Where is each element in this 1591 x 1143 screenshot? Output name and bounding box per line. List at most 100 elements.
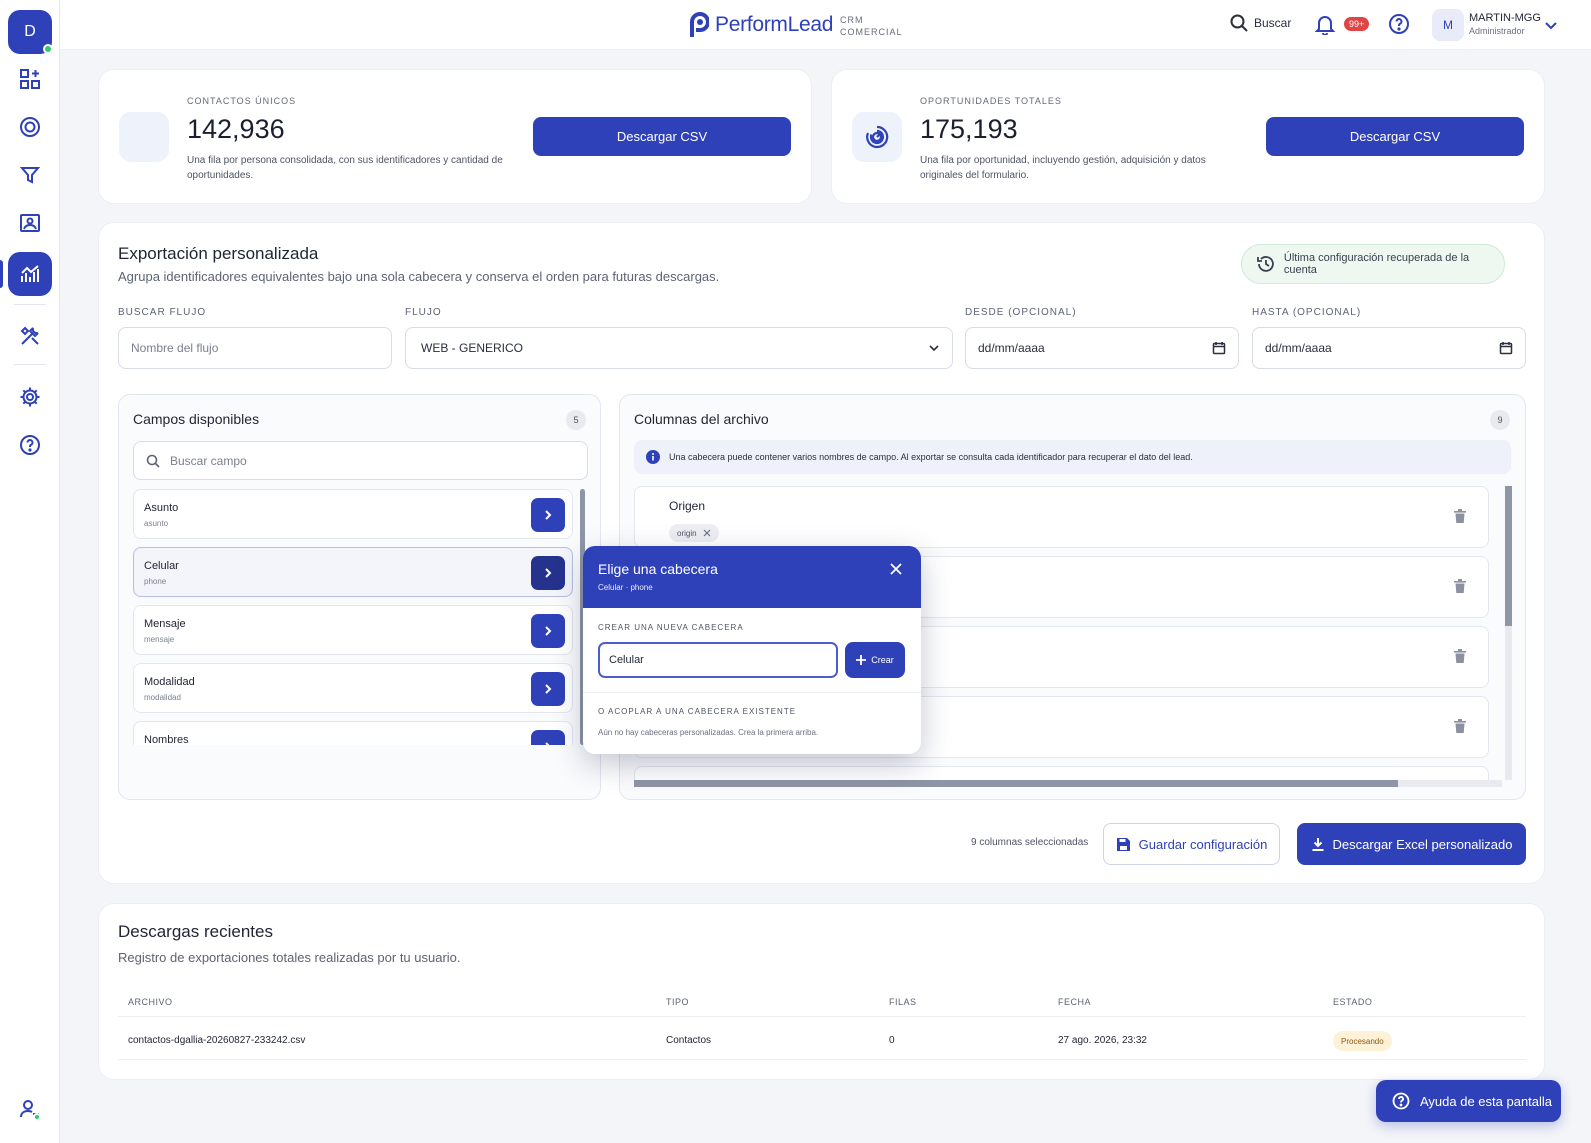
search-flow-label: BUSCAR FLUJO	[118, 307, 207, 318]
online-status-dot	[43, 44, 53, 54]
stat-label: OPORTUNIDADES TOTALES	[920, 96, 1062, 106]
analytics-chart-icon[interactable]	[8, 252, 52, 296]
column-header: ESTADO	[1333, 997, 1373, 1007]
tools-icon[interactable]	[14, 320, 46, 352]
user-name: MARTIN-MGG	[1469, 12, 1541, 24]
selected-columns-count: 9 columnas seleccionadas	[971, 837, 1089, 848]
add-field-button[interactable]	[531, 556, 565, 590]
add-field-button[interactable]	[531, 672, 565, 706]
active-indicator	[0, 260, 3, 288]
list-item[interactable]: Nombres	[133, 721, 573, 745]
help-circle-icon[interactable]	[14, 429, 46, 461]
filter-funnel-icon[interactable]	[14, 159, 46, 191]
calendar-icon	[1212, 342, 1226, 355]
table-divider	[118, 1059, 1526, 1060]
column-row[interactable]: Origen origin	[634, 486, 1489, 548]
table-divider	[118, 1016, 1526, 1017]
delete-column-trash-icon[interactable]	[1454, 719, 1466, 738]
history-icon	[1257, 256, 1274, 272]
sidebar-divider	[14, 304, 46, 305]
download-custom-excel-button[interactable]: Descargar Excel personalizado	[1297, 823, 1526, 865]
delete-column-trash-icon[interactable]	[1454, 509, 1466, 528]
list-item[interactable]: Asunto asunto	[133, 489, 573, 539]
available-fields-list: Asunto asunto Celular phone Mensaje mens…	[119, 489, 589, 745]
columns-count-badge: 9	[1490, 410, 1510, 430]
field-chip[interactable]: origin	[669, 524, 719, 542]
column-row[interactable]	[634, 766, 1489, 780]
notifications-bell-icon[interactable]	[1314, 13, 1336, 40]
panel-title: Campos disponibles	[133, 411, 260, 427]
rows-cell: 0	[889, 1035, 895, 1046]
close-icon[interactable]	[890, 563, 902, 575]
top-bar: PerformLead CRM COMERCIAL Buscar 99+ M M…	[60, 0, 1591, 50]
date-from-input[interactable]: dd/mm/aaaa	[965, 327, 1239, 369]
brand-logo[interactable]: PerformLead	[687, 11, 833, 39]
create-header-button[interactable]: Crear	[845, 642, 905, 678]
stat-value: 175,193	[920, 114, 1018, 144]
section-title: Descargas recientes	[118, 922, 273, 941]
download-opportunities-csv-button[interactable]: Descargar CSV	[1266, 117, 1524, 156]
dashboard-add-icon[interactable]	[14, 63, 46, 95]
delete-column-trash-icon[interactable]	[1454, 579, 1466, 598]
stat-description: Una fila por oportunidad, incluyendo ges…	[920, 155, 1206, 181]
help-circle-icon	[1392, 1092, 1410, 1110]
download-icon	[1312, 838, 1324, 851]
popover-divider	[583, 692, 921, 693]
column-header: FILAS	[889, 997, 917, 1007]
field-search-input[interactable]: Buscar campo	[133, 441, 588, 480]
brand-subtitle: CRM COMERCIAL	[840, 14, 903, 38]
status-badge: Procesando	[1333, 1031, 1392, 1051]
new-header-input[interactable]: Celular	[598, 642, 838, 678]
column-header: TIPO	[666, 997, 690, 1007]
popover-title: Elige una cabecera	[598, 561, 718, 577]
opportunities-export-card: OPORTUNIDADES TOTALES 175,193 Una fila p…	[831, 69, 1545, 204]
add-field-button[interactable]	[531, 498, 565, 532]
save-config-button[interactable]: Guardar configuración	[1103, 823, 1280, 865]
image-gallery-icon[interactable]	[14, 207, 46, 239]
delete-column-trash-icon[interactable]	[1454, 649, 1466, 668]
available-fields-panel: Campos disponibles 5 Buscar campo Asunto…	[118, 394, 601, 800]
user-status-icon[interactable]	[14, 1093, 46, 1125]
screen-help-button[interactable]: Ayuda de esta pantalla	[1376, 1080, 1561, 1122]
contacts-export-card: CONTACTOS ÚNICOS 142,936 Una fila por pe…	[98, 69, 812, 204]
flow-select[interactable]: WEB - GENERICO	[405, 327, 953, 369]
search-icon	[1230, 14, 1248, 32]
user-role: Administrador	[1469, 26, 1525, 36]
target-icon[interactable]	[14, 111, 46, 143]
contacts-icon	[119, 112, 169, 162]
chevron-right-icon	[545, 510, 552, 520]
search-label: Buscar	[1254, 16, 1292, 30]
download-contacts-csv-button[interactable]: Descargar CSV	[533, 117, 791, 156]
file-name-cell[interactable]: contactos-dgallia-20260827-233242.csv	[128, 1035, 305, 1046]
chevron-right-icon	[545, 568, 552, 578]
flow-label: FLUJO	[405, 307, 442, 318]
columns-vertical-scrollbar[interactable]	[1505, 486, 1512, 780]
column-header-name: Origen	[669, 499, 706, 513]
available-count-badge: 5	[566, 410, 586, 430]
stat-value: 142,936	[187, 114, 285, 144]
global-search-button[interactable]: Buscar	[1230, 14, 1291, 32]
add-field-button[interactable]	[531, 730, 565, 745]
user-menu-chevron-icon[interactable]	[1544, 18, 1558, 37]
info-banner: Una cabecera puede contener varios nombr…	[634, 440, 1511, 474]
settings-gear-icon[interactable]	[14, 381, 46, 413]
scrollbar-thumb[interactable]	[1505, 486, 1512, 626]
add-field-button[interactable]	[531, 614, 565, 648]
list-item[interactable]: Modalidad modalidad	[133, 663, 573, 713]
list-item[interactable]: Celular phone	[133, 547, 573, 597]
existing-header-label: O ACOPLAR A UNA CABECERA EXISTENTE	[598, 707, 797, 716]
date-to-label: HASTA (OPCIONAL)	[1252, 307, 1362, 318]
search-flow-input[interactable]: Nombre del flujo	[118, 327, 392, 369]
scrollbar-thumb[interactable]	[634, 780, 1398, 787]
date-to-input[interactable]: dd/mm/aaaa	[1252, 327, 1526, 369]
columns-horizontal-scrollbar[interactable]	[634, 780, 1502, 787]
list-item[interactable]: Mensaje mensaje	[133, 605, 573, 655]
close-icon[interactable]	[703, 529, 711, 537]
target-signal-icon	[852, 112, 902, 162]
popover-subtitle: Celular · phone	[598, 583, 653, 592]
info-icon	[646, 450, 660, 464]
sidebar: D	[0, 0, 60, 1143]
sidebar-divider	[14, 364, 46, 365]
help-icon[interactable]	[1388, 13, 1410, 40]
user-avatar[interactable]: M	[1432, 9, 1464, 41]
